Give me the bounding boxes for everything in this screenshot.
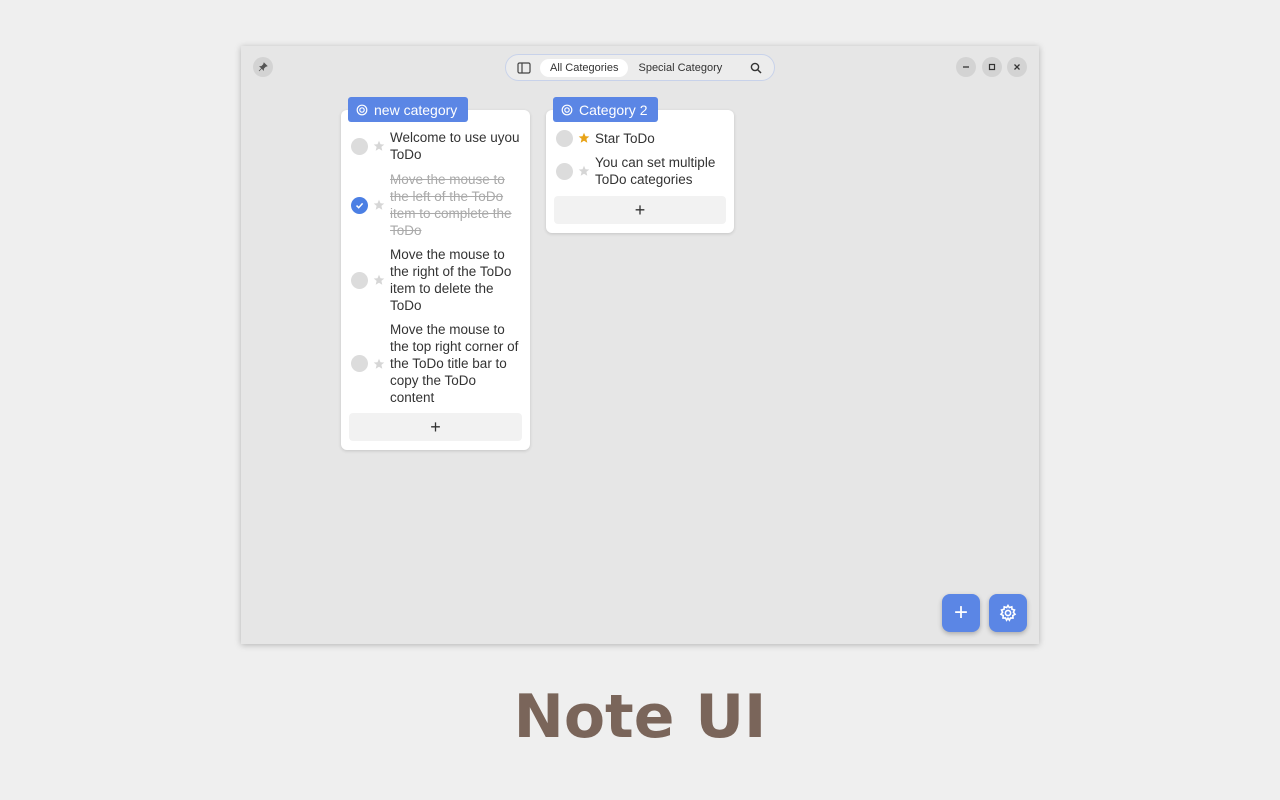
star-icon[interactable] xyxy=(372,274,386,286)
star-icon-active[interactable] xyxy=(577,132,591,144)
close-icon xyxy=(1014,64,1020,70)
sidebar-toggle-button[interactable] xyxy=(512,57,536,79)
star-icon[interactable] xyxy=(577,165,591,177)
todo-text[interactable]: Move the mouse to the left of the ToDo i… xyxy=(390,171,520,239)
todo-text[interactable]: Move the mouse to the top right corner o… xyxy=(390,321,520,406)
add-category-button[interactable]: + xyxy=(942,594,980,632)
pin-icon xyxy=(258,62,268,72)
todo-item: Move the mouse to the top right corner o… xyxy=(341,321,530,406)
maximize-icon xyxy=(988,63,996,71)
complete-checkbox[interactable] xyxy=(351,196,368,214)
search-button[interactable] xyxy=(744,57,768,79)
minimize-icon xyxy=(963,66,969,68)
todo-item: Welcome to use uyou ToDo xyxy=(341,129,530,163)
maximize-button[interactable] xyxy=(982,57,1002,77)
category-title-tag[interactable]: Category 2 xyxy=(553,97,659,122)
todo-text[interactable]: Star ToDo xyxy=(595,130,655,147)
todo-item: You can set multiple ToDo categories xyxy=(546,154,734,188)
minimize-button[interactable] xyxy=(956,57,976,77)
category-card-new-category: new category Welcome to use uyou ToDo Mo… xyxy=(341,97,530,450)
category-title: Category 2 xyxy=(579,101,648,118)
todo-item: Move the mouse to the left of the ToDo i… xyxy=(341,171,530,239)
todo-text[interactable]: Welcome to use uyou ToDo xyxy=(390,129,520,163)
category-card-category-2: Category 2 Star ToDo You can set multipl… xyxy=(546,97,734,233)
todo-item: Move the mouse to the right of the ToDo … xyxy=(341,246,530,314)
star-icon[interactable] xyxy=(372,199,386,211)
check-icon xyxy=(355,202,364,209)
gear-icon xyxy=(999,604,1017,622)
complete-checkbox[interactable] xyxy=(556,162,573,180)
settings-button[interactable] xyxy=(989,594,1027,632)
category-toolbar: All Categories Special Category xyxy=(505,54,775,81)
todo-item: Star ToDo xyxy=(546,129,734,147)
close-button[interactable] xyxy=(1007,57,1027,77)
category-title: new category xyxy=(374,101,458,118)
todo-text[interactable]: You can set multiple ToDo categories xyxy=(595,154,724,188)
star-icon[interactable] xyxy=(372,140,386,152)
category-title-tag[interactable]: new category xyxy=(348,97,469,122)
sidebar-icon xyxy=(517,61,531,74)
search-icon xyxy=(750,62,762,74)
todo-text[interactable]: Move the mouse to the right of the ToDo … xyxy=(390,246,520,314)
todo-list: Welcome to use uyou ToDo Move the mouse … xyxy=(341,129,530,406)
complete-checkbox[interactable] xyxy=(556,129,573,147)
pin-button[interactable] xyxy=(253,57,273,77)
add-todo-button[interactable]: + xyxy=(554,196,726,224)
star-icon[interactable] xyxy=(372,358,386,370)
complete-checkbox[interactable] xyxy=(351,137,368,155)
complete-checkbox[interactable] xyxy=(351,271,368,289)
tab-all-categories[interactable]: All Categories xyxy=(540,58,629,77)
target-icon xyxy=(561,104,573,116)
target-icon xyxy=(356,104,368,116)
add-todo-button[interactable]: + xyxy=(349,413,522,441)
tab-special-category[interactable]: Special Category xyxy=(628,59,732,77)
app-window: All Categories Special Category new cate… xyxy=(241,46,1039,644)
caption-title: Note UI xyxy=(513,682,767,752)
todo-list: Star ToDo You can set multiple ToDo cate… xyxy=(546,129,734,188)
complete-checkbox[interactable] xyxy=(351,355,368,372)
